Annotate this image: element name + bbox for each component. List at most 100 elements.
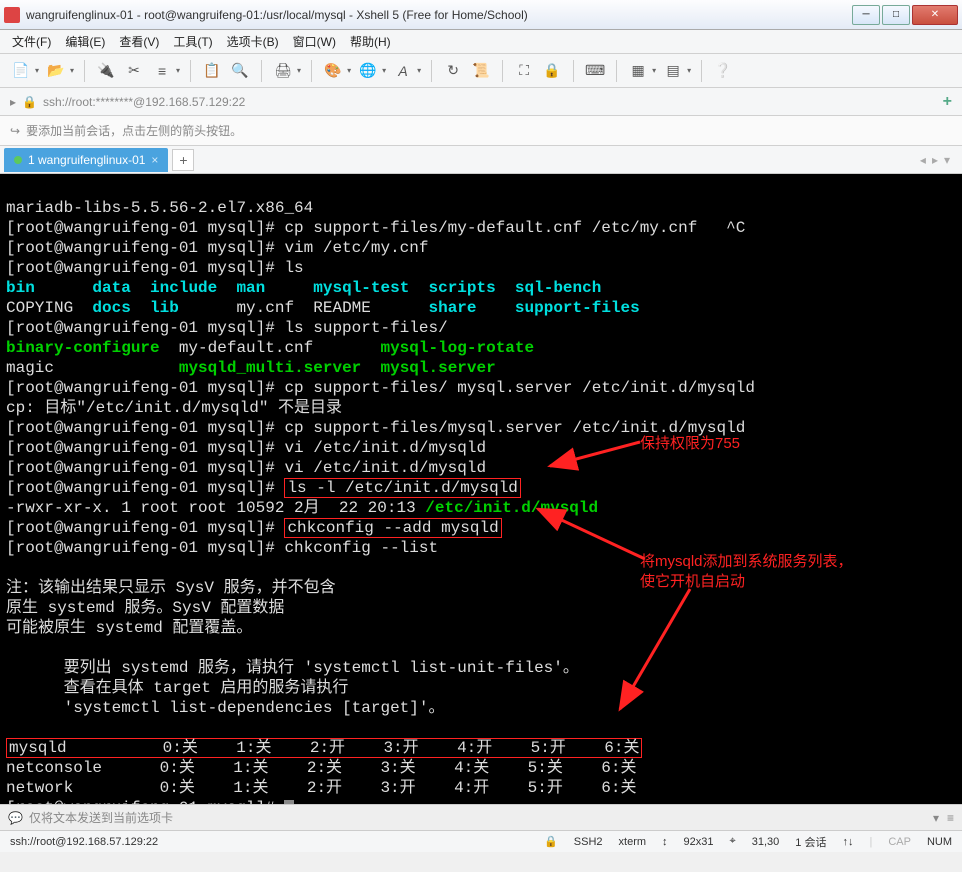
dropdown-icon[interactable]: ▾ — [35, 66, 39, 75]
prompt: [root@wangruifeng-01 mysql]# — [6, 459, 275, 477]
cursor — [284, 800, 294, 804]
ls-entry: mysqld_multi.server — [179, 359, 361, 377]
copy-icon[interactable]: 📋 — [201, 60, 223, 82]
grid-icon[interactable]: ▤ — [662, 60, 684, 82]
sendbar-menu-icon[interactable]: ≡ — [947, 811, 954, 825]
terminal-line: 查看在具体 target 启用的服务请执行 — [6, 679, 348, 697]
arrow-icon — [545, 436, 645, 476]
terminal-line: 注：该输出结果只显示 SysV 服务，并不包含 — [6, 579, 336, 597]
ls-entry: README — [313, 299, 371, 317]
tab-prev-icon[interactable]: ◂ — [920, 153, 926, 167]
status-ssh: SSH2 — [574, 836, 603, 848]
fullscreen-icon[interactable]: ⛶ — [513, 60, 535, 82]
command: cp support-files/ mysql.server /etc/init… — [275, 379, 755, 397]
address-text[interactable]: ssh://root:********@192.168.57.129:22 — [43, 95, 245, 109]
status-term: xterm — [619, 836, 647, 848]
status-lock-icon: 🔒 — [544, 835, 558, 848]
prompt: [root@wangruifeng-01 mysql]# — [6, 219, 275, 237]
font-icon[interactable]: A — [392, 60, 414, 82]
status-num: NUM — [927, 836, 952, 848]
ls-entry: sql-bench — [515, 279, 601, 297]
dropdown-icon[interactable]: ▾ — [347, 66, 351, 75]
new-tab-button[interactable]: + — [172, 149, 194, 171]
tab-close-icon[interactable]: × — [151, 153, 158, 167]
dropdown-icon[interactable]: ▾ — [70, 66, 74, 75]
tab-label: 1 wangruifenglinux-01 — [28, 153, 145, 167]
window-title: wangruifenglinux-01 - root@wangruifeng-0… — [26, 8, 850, 22]
new-session-icon[interactable]: 📄 — [10, 60, 32, 82]
layout-icon[interactable]: ▦ — [627, 60, 649, 82]
dropdown-icon[interactable]: ▾ — [382, 66, 386, 75]
refresh-icon[interactable]: ↻ — [442, 60, 464, 82]
open-folder-icon[interactable]: 📂 — [45, 60, 67, 82]
menu-edit[interactable]: 编辑(E) — [65, 33, 105, 50]
dropdown-icon[interactable]: ▾ — [652, 66, 656, 75]
menu-view[interactable]: 查看(V) — [119, 33, 159, 50]
reconnect-icon[interactable]: 🔌 — [95, 60, 117, 82]
sendbar-text: 仅将文本发送到当前选项卡 — [29, 809, 173, 826]
menu-tabs[interactable]: 选项卡(B) — [227, 33, 279, 50]
terminal-line: /etc/init.d/mysqld — [425, 499, 598, 517]
service-row: mysqld 0:关 1:关 2:开 3:开 4:开 5:开 6:关 — [6, 738, 642, 758]
tab-list-icon[interactable]: ▾ — [944, 153, 950, 167]
ls-entry: bin — [6, 279, 35, 297]
lock-icon[interactable]: 🔒 — [541, 60, 563, 82]
session-arrow-icon[interactable]: ▸ — [10, 95, 16, 109]
prompt: [root@wangruifeng-01 mysql]# — [6, 259, 275, 277]
terminal-line: 原生 systemd 服务。SysV 配置数据 — [6, 599, 284, 617]
terminal[interactable]: mariadb-libs-5.5.56-2.el7.x86_64 [root@w… — [0, 174, 962, 804]
prompt: [root@wangruifeng-01 mysql]# — [6, 799, 275, 804]
dropdown-icon[interactable]: ▾ — [687, 66, 691, 75]
infobar-text: 要添加当前会话，点击左侧的箭头按钮。 — [26, 122, 242, 139]
menu-tools[interactable]: 工具(T) — [173, 33, 212, 50]
maximize-button[interactable]: □ — [882, 5, 910, 25]
find-icon[interactable]: 🔍 — [229, 60, 251, 82]
menu-help[interactable]: 帮助(H) — [350, 33, 391, 50]
sendbar-dropdown-icon[interactable]: ▾ — [933, 811, 939, 825]
dropdown-icon[interactable]: ▾ — [417, 66, 421, 75]
tab-next-icon[interactable]: ▸ — [932, 153, 938, 167]
prompt: [root@wangruifeng-01 mysql]# — [6, 379, 275, 397]
window-titlebar: wangruifenglinux-01 - root@wangruifeng-0… — [0, 0, 962, 30]
keyboard-icon[interactable]: ⌨ — [584, 60, 606, 82]
command — [275, 519, 285, 537]
minimize-button[interactable]: ─ — [852, 5, 880, 25]
command: vi /etc/init.d/mysqld — [275, 439, 486, 457]
dropdown-icon[interactable]: ▾ — [176, 66, 180, 75]
boxed-command: ls -l /etc/init.d/mysqld — [284, 478, 520, 498]
command: ls — [275, 259, 304, 277]
globe-icon[interactable]: 🌐 — [357, 60, 379, 82]
status-cap: CAP — [888, 836, 911, 848]
terminal-line: 要列出 systemd 服务，请执行 'systemctl list-unit-… — [6, 659, 579, 677]
ls-entry: man — [236, 279, 265, 297]
ls-entry: scripts — [429, 279, 496, 297]
arrow-icon — [610, 584, 700, 714]
terminal-line: mariadb-libs-5.5.56-2.el7.x86_64 — [6, 199, 313, 217]
status-sessions: 1 会话 — [795, 834, 826, 850]
color-icon[interactable]: 🎨 — [322, 60, 344, 82]
command: vi /etc/init.d/mysqld — [275, 459, 486, 477]
service-row: netconsole 0:关 1:关 2:关 3:关 4:关 5:关 6:关 — [6, 759, 636, 777]
script-icon[interactable]: 📜 — [470, 60, 492, 82]
ls-entry: support-files — [515, 299, 640, 317]
prompt: [root@wangruifeng-01 mysql]# — [6, 479, 275, 497]
properties-icon[interactable]: ≡ — [151, 60, 173, 82]
close-button[interactable]: ✕ — [912, 5, 958, 25]
info-arrow-icon[interactable]: ↪ — [10, 124, 20, 138]
terminal-line: 可能被原生 systemd 配置覆盖。 — [6, 619, 252, 637]
ls-entry: my.cnf — [236, 299, 294, 317]
help-icon[interactable]: ❔ — [712, 60, 734, 82]
command: chkconfig --list — [275, 539, 438, 557]
dropdown-icon[interactable]: ▾ — [297, 66, 301, 75]
menu-window[interactable]: 窗口(W) — [293, 33, 336, 50]
ls-entry: my-default.cnf — [179, 339, 313, 357]
annotation-1: 保持权限为755 — [640, 434, 740, 454]
session-tab[interactable]: 1 wangruifenglinux-01 × — [4, 148, 168, 172]
status-pos-icon: ⌖ — [730, 835, 736, 848]
menu-file[interactable]: 文件(F) — [12, 33, 51, 50]
add-session-button[interactable]: + — [943, 93, 952, 111]
send-icon[interactable]: 💬 — [8, 811, 23, 825]
disconnect-icon[interactable]: ✂ — [123, 60, 145, 82]
prompt: [root@wangruifeng-01 mysql]# — [6, 319, 275, 337]
print-icon[interactable]: 🖨 — [272, 60, 294, 82]
